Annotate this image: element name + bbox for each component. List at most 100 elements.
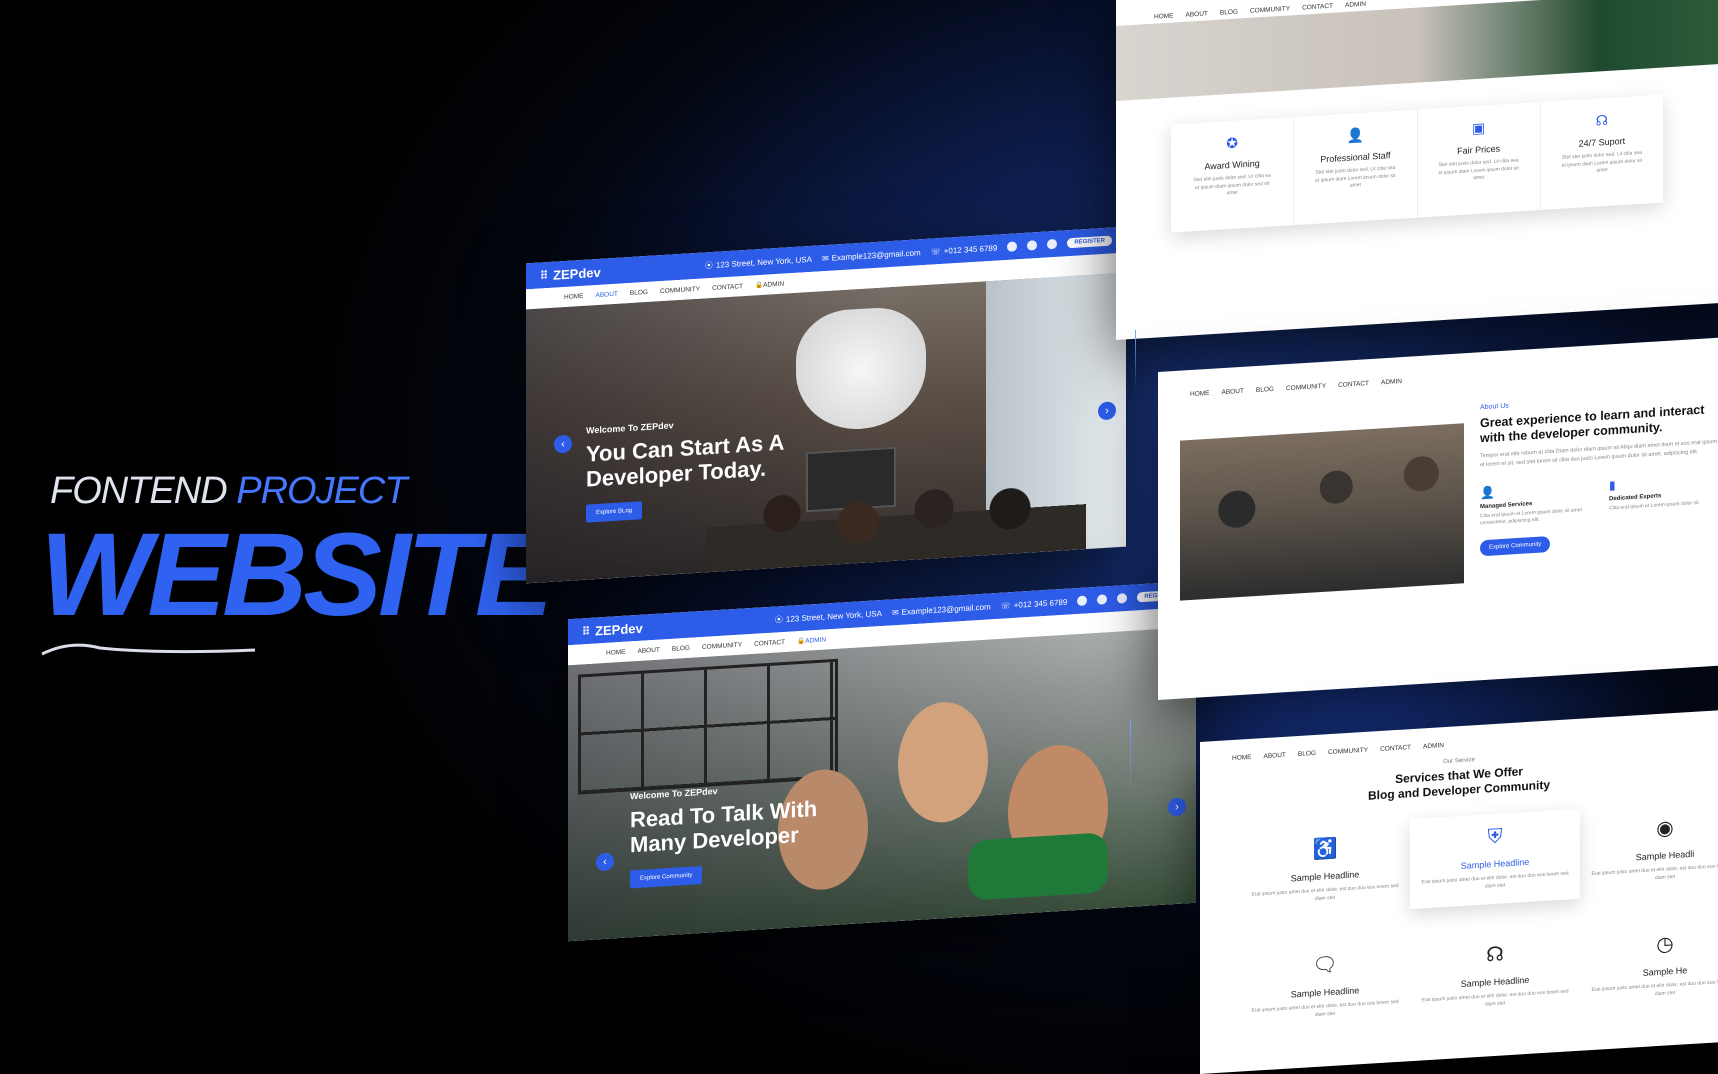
brand-logo[interactable]: ⠿ ZEPdev [540,264,601,283]
banner-subtitle: FONTEND PROJECT [50,470,408,513]
lock-icon: 🔒 [755,281,764,290]
shelf-photo-detail [578,658,838,795]
nav-admin[interactable]: ADMIN [1423,742,1444,750]
hero-carousel: Welcome To ZEPdev You Can Start As A Dev… [526,272,1126,584]
nav-contact[interactable]: CONTACT [754,638,785,647]
explore-community-button[interactable]: Explore Community [1480,535,1551,556]
email-text: Example123@gmail.com [901,601,991,617]
phone-info: ☏ +012 345 6789 [1001,597,1068,610]
user-circle-icon: ◉ [1656,817,1674,841]
features-panel: ✪ Award Wining Stet stet justo dolor sed… [1171,94,1663,233]
service-card[interactable]: ☊ Sample Headline Erat ipsum justo amet … [1410,925,1580,1025]
nav-community[interactable]: COMMUNITY [1286,382,1326,391]
light-streak [1135,330,1136,390]
instagram-icon[interactable] [1117,592,1128,604]
phone-icon: ☏ [1000,600,1011,611]
mockup-features: HOME ABOUT BLOG COMMUNITY CONTACT ADMIN … [1116,0,1718,340]
nav-blog[interactable]: BLOG [1298,749,1316,757]
service-card[interactable]: ◉ Sample Headli Erat ipsum justo amet du… [1580,798,1718,898]
service-card[interactable]: ◷ Sample He Erat ipsum justo amet duo et… [1580,914,1718,1014]
card-text: Erat ipsum justo amet duo et elitr dolor… [1591,862,1718,881]
nav-about[interactable]: ABOUT [1222,387,1244,395]
service-card[interactable]: 🗨 Sample Headline Erat ipsum justo amet … [1240,935,1410,1035]
card-text: Erat ipsum justo amet duo et elitr dolor… [1421,988,1569,1008]
brand-name: ZEPdev [553,264,601,283]
nav-admin[interactable]: ADMIN [1381,378,1402,386]
mail-icon: ✉ [891,607,899,617]
nav-about[interactable]: ABOUT [1264,751,1286,759]
banner-title: WEBSITE [40,509,554,641]
card-text: Erat ipsum justo amet duo et elitr dolor… [1251,882,1399,902]
nav-community[interactable]: COMMUNITY [702,641,742,650]
feature-title: Professional Staff [1320,150,1391,165]
nav-about[interactable]: ABOUT [596,290,618,298]
nav-contact[interactable]: CONTACT [1302,3,1333,12]
nav-about[interactable]: ABOUT [1186,10,1208,18]
feature-text: Stet stet justo dolor sed. Lit clita sea… [1438,157,1519,182]
logo-icon: ⠿ [582,625,591,638]
service-card[interactable]: ♿ Sample Headline Erat ipsum justo amet … [1240,819,1410,919]
nav-admin[interactable]: 🔒ADMIN [755,280,784,290]
facebook-icon[interactable] [1007,241,1018,252]
nav-about[interactable]: ABOUT [638,646,660,654]
subtitle-word: FONTEND [50,470,228,512]
person-photo-detail [968,832,1108,901]
nav-contact[interactable]: CONTACT [1338,380,1369,389]
email-text: Example123@gmail.com [831,247,921,263]
nav-community[interactable]: COMMUNITY [660,285,700,294]
award-icon: ✪ [1226,134,1238,152]
feature-text: Stet stet justo dolor sed. Lit clita ea … [1193,172,1271,197]
user-check-icon: 👤 [1346,126,1365,144]
mockup-hero-slide-2: ⠿ ZEPdev ⦿ 123 Street, New York, USA ✉ Exam… [568,580,1196,942]
wallet-icon: ▣ [1472,119,1486,137]
nav-home[interactable]: HOME [1154,12,1174,20]
nav-contact[interactable]: CONTACT [1380,744,1411,753]
card-title: Sample He [1642,965,1688,978]
about-photo [1180,423,1464,601]
register-button[interactable]: REGISTER [1067,235,1112,249]
card-text: Erat ipsum justo amet duo et elitr dolor… [1421,870,1569,890]
feature-text: Stet stet justo dolor sed. Lit clita sea… [1315,164,1396,189]
nav-community[interactable]: COMMUNITY [1328,746,1368,755]
instagram-icon[interactable] [1047,238,1058,250]
card-title: Sample Headli [1635,848,1695,863]
nav-contact[interactable]: CONTACT [712,283,743,292]
location-pin-icon: ⦿ [774,614,783,625]
headset-icon: ☊ [1595,111,1609,129]
twitter-icon[interactable] [1027,240,1038,251]
light-streak [1130,720,1131,800]
nav-admin[interactable]: 🔒ADMIN [797,635,826,645]
nav-blog[interactable]: BLOG [1220,9,1238,17]
address-text: 123 Street, New York, USA [785,608,882,624]
feature-item: ☊ 24/7 Suport Stet stet justo dolor sed.… [1541,95,1663,210]
facebook-icon[interactable] [1077,595,1088,607]
hero-headline: Read To Talk With Many Developer [630,795,818,858]
explore-blog-button[interactable]: Explore BLog [586,500,643,523]
nav-home[interactable]: HOME [1232,753,1252,761]
nav-blog[interactable]: BLOG [672,644,690,652]
service-text: Clita erat ipsum et Lorem ipsum dolor si… [1480,506,1582,527]
feature-title: 24/7 Suport [1578,135,1626,149]
feature-text: Stet stet justo dolor sed. Lit clita sea… [1561,149,1643,174]
feature-item: ✪ Award Wining Stet stet justo dolor sed… [1171,117,1295,233]
nav-home[interactable]: HOME [1190,389,1210,397]
feature-item: 👤 Professional Staff Stet stet justo dol… [1294,109,1418,226]
phone-text: +012 345 6789 [943,243,998,256]
nav-community[interactable]: COMMUNITY [1250,5,1290,14]
nav-home[interactable]: HOME [564,292,584,300]
nav-home[interactable]: HOME [606,648,626,656]
email-info: ✉ Example123@gmail.com [822,248,921,263]
shield-plus-icon: ⛨ [1487,825,1503,849]
brand-name: ZEPdev [595,620,643,639]
brand-logo[interactable]: ⠿ ZEPdev [582,620,643,639]
nav-blog[interactable]: BLOG [1256,385,1274,393]
card-text: Erat ipsum justo amet duo et elitr dolor… [1251,998,1399,1018]
subtitle-highlight: PROJECT [236,470,407,512]
swoosh-decoration [41,643,256,656]
headset-icon: ☊ [1486,943,1504,967]
service-card[interactable]: ⛨ Sample Headline Erat ipsum justo amet … [1410,808,1580,910]
nav-admin[interactable]: ADMIN [1345,1,1366,9]
address-text: 123 Street, New York, USA [715,254,812,270]
nav-blog[interactable]: BLOG [630,288,648,296]
twitter-icon[interactable] [1097,594,1108,605]
